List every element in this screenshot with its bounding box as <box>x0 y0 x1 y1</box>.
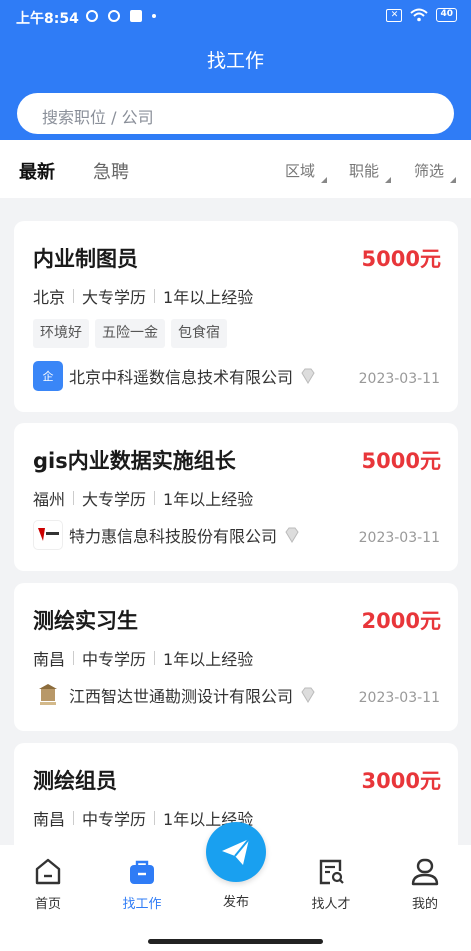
nav-label: 我的 <box>411 897 438 912</box>
job-education: 大专学历 <box>82 288 147 307</box>
filter-region[interactable]: 区域 <box>285 160 328 183</box>
home-indicator <box>148 939 323 944</box>
page-title: 找工作 <box>206 50 264 72</box>
filter-screen[interactable]: 筛选 <box>414 160 457 183</box>
job-experience: 1年以上经验 <box>163 288 254 307</box>
job-salary: 5000元 <box>361 449 441 473</box>
company-name: 北京中科遥数信息技术有限公司 <box>69 368 294 387</box>
job-city: 南昌 <box>33 650 66 669</box>
dropdown-triangle-icon <box>321 177 328 183</box>
filter-label: 职能 <box>349 162 380 180</box>
filter-label: 区域 <box>285 162 316 180</box>
company-name: 江西智达世通勘测设计有限公司 <box>69 687 294 706</box>
job-experience: 1年以上经验 <box>163 490 254 509</box>
diamond-icon <box>301 368 315 384</box>
battery-icon: 40 <box>436 8 457 22</box>
filter-label: 筛选 <box>414 162 445 180</box>
dropdown-triangle-icon <box>385 177 392 183</box>
job-salary: 5000元 <box>361 247 441 271</box>
notification-icons <box>86 10 156 22</box>
job-education: 中专学历 <box>82 810 147 829</box>
job-salary: 3000元 <box>361 769 441 793</box>
job-meta: 福州 大专学历 1年以上经验 <box>33 486 253 510</box>
job-meta: 北京 大专学历 1年以上经验 <box>33 284 253 308</box>
nav-label: 找工作 <box>122 897 162 912</box>
profile-icon <box>411 858 439 886</box>
job-date: 2023-03-11 <box>358 530 440 546</box>
nav-find-job[interactable]: 找工作 <box>107 857 177 912</box>
tab-urgent[interactable]: 急聘 <box>93 158 129 184</box>
diamond-icon <box>301 687 315 703</box>
job-card[interactable]: gis内业数据实施组长 5000元 福州 大专学历 1年以上经验 特力惠信息科技… <box>14 423 458 571</box>
company-row: 江西智达世通勘测设计有限公司 <box>33 680 317 710</box>
system-icons: ✕ 40 <box>386 8 457 22</box>
mute-icon: ✕ <box>386 8 403 22</box>
job-tag: 五险一金 <box>95 319 165 348</box>
job-card[interactable]: 测绘实习生 2000元 南昌 中专学历 1年以上经验 江西智达世通勘测设计有限公… <box>14 583 458 731</box>
job-city: 南昌 <box>33 810 66 829</box>
nav-home[interactable]: 首页 <box>13 857 83 912</box>
publish-button[interactable] <box>206 822 266 882</box>
job-meta: 南昌 中专学历 1年以上经验 <box>33 646 253 670</box>
nav-label: 发布 <box>222 895 249 910</box>
job-salary: 2000元 <box>361 609 441 633</box>
briefcase-icon <box>130 860 154 884</box>
company-row: 特力惠信息科技股份有限公司 <box>33 520 301 550</box>
dropdown-triangle-icon <box>450 177 457 183</box>
search-placeholder: 搜索职位 / 公司 <box>42 108 154 127</box>
job-title: 测绘实习生 <box>33 609 138 633</box>
job-title: 内业制图员 <box>33 247 138 271</box>
tab-latest[interactable]: 最新 <box>19 158 55 184</box>
company-row: 企 北京中科遥数信息技术有限公司 <box>33 361 317 391</box>
nav-find-talent[interactable]: 找人才 <box>296 857 366 912</box>
company-logo <box>33 680 63 710</box>
job-date: 2023-03-11 <box>358 690 440 706</box>
job-title: 测绘组员 <box>33 769 117 793</box>
status-time: 上午8:54 <box>16 11 79 27</box>
diamond-icon <box>285 527 299 543</box>
job-tag: 包食宿 <box>171 319 227 348</box>
job-city: 福州 <box>33 490 66 509</box>
home-icon <box>35 858 61 885</box>
company-logo: 企 <box>33 361 63 391</box>
more-dot-icon <box>152 14 156 18</box>
job-tag: 环境好 <box>33 319 89 348</box>
job-date: 2023-03-11 <box>358 371 440 387</box>
header: 上午8:54 ✕ 40 找工作 搜索职位 / 公司 <box>0 0 471 140</box>
app-notification-icon <box>86 10 98 22</box>
wifi-icon <box>410 8 429 22</box>
company-name: 特力惠信息科技股份有限公司 <box>69 527 278 546</box>
job-title: gis内业数据实施组长 <box>33 449 236 473</box>
company-logo <box>33 520 63 550</box>
status-bar: 上午8:54 ✕ 40 <box>0 0 471 34</box>
nav-label: 首页 <box>34 897 61 912</box>
search-input[interactable]: 搜索职位 / 公司 <box>17 93 454 134</box>
filter-function[interactable]: 职能 <box>349 160 392 183</box>
nav-mine[interactable]: 我的 <box>390 857 460 912</box>
job-experience: 1年以上经验 <box>163 650 254 669</box>
job-card[interactable]: 内业制图员 5000元 北京 大专学历 1年以上经验 环境好 五险一金 包食宿 … <box>14 221 458 412</box>
nav-publish-label-wrap[interactable]: 发布 <box>201 885 271 910</box>
search-resume-icon <box>319 859 344 885</box>
job-tags: 环境好 五险一金 包食宿 <box>33 319 227 348</box>
job-education: 中专学历 <box>82 650 147 669</box>
send-icon <box>222 838 250 865</box>
job-education: 大专学历 <box>82 490 147 509</box>
job-city: 北京 <box>33 288 66 307</box>
filter-bar: 最新 急聘 区域 职能 筛选 <box>0 140 471 198</box>
app-notification-icon <box>130 10 142 22</box>
app-notification-icon <box>108 10 120 22</box>
nav-label: 找人才 <box>311 897 351 912</box>
